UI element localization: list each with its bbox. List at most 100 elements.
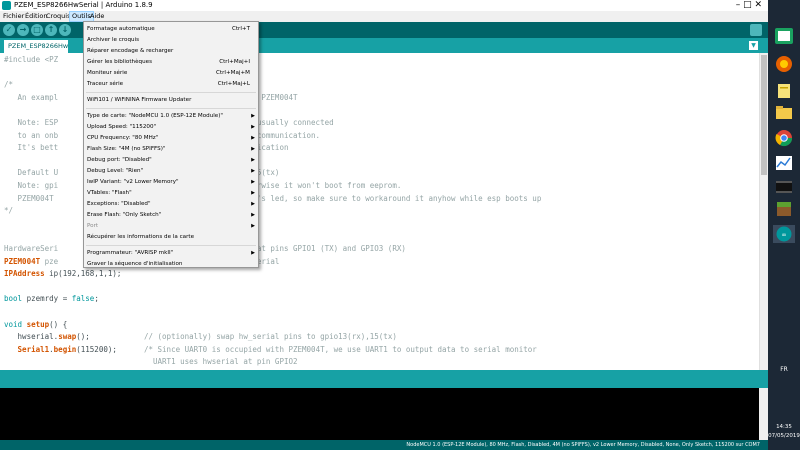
tools-menu-item[interactable]: Archiver le croquis [84, 35, 258, 45]
firefox-icon[interactable] [773, 55, 795, 73]
code-token: begin [53, 344, 77, 354]
open-button[interactable]: ↑ [45, 24, 57, 36]
menu-item-label: Gérer les bibliothèques [87, 59, 152, 65]
console-scrollbar[interactable] [759, 388, 768, 440]
tools-menu-item[interactable]: Flash Size: "4M (no SPIFFS)" ▶ [84, 144, 258, 154]
menu-item-label: Traceur série [87, 81, 124, 87]
submenu-arrow-icon: ▶ [251, 146, 255, 152]
tools-menu-item[interactable]: Gérer les bibliothèques Ctrl+Maj+I [84, 57, 258, 67]
code-line: #include <PZ [4, 54, 58, 66]
status-bar [0, 370, 768, 388]
code-token: UART1 uses hwserial at pin GPIO2 [4, 357, 298, 367]
menu-item-shortcut: Ctrl+Maj+I [219, 59, 250, 65]
submenu-arrow-icon: ▶ [251, 124, 255, 130]
code-line: /* [4, 79, 13, 91]
minecraft-icon[interactable] [773, 200, 795, 218]
submenu-arrow-icon: ▶ [251, 168, 255, 174]
code-line: void setup() { [4, 319, 67, 331]
console-output [0, 388, 768, 440]
tools-menu-item[interactable]: Récupérer les informations de la carte [84, 232, 258, 242]
tools-menu-item[interactable]: Debug port: "Disabled" ▶ [84, 155, 258, 165]
menu-item-label: Programmateur: "AVRISP mkII" [87, 250, 174, 256]
tools-menu-item[interactable]: Programmateur: "AVRISP mkII" ▶ [84, 248, 258, 258]
tools-menu-item[interactable]: Graver la séquence d'initialisation [84, 259, 258, 269]
clock-date[interactable]: 07/05/2019 [768, 433, 800, 439]
tools-menu-item[interactable]: WiFi101 / WiFiNINA Firmware Updater [84, 95, 258, 105]
code-token: */ [4, 206, 14, 216]
menu-item-label: IwIP Variant: "v2 Lower Memory" [87, 179, 179, 185]
window-controls[interactable]: – □ ✕ [736, 0, 762, 11]
code-line: */ [4, 205, 13, 217]
tools-menu-item[interactable]: Traceur série Ctrl+Maj+L [84, 79, 258, 89]
code-token: false [71, 294, 95, 304]
menu-item-shortcut: Ctrl+Maj+L [217, 81, 250, 87]
tools-menu-item[interactable]: Réparer encodage & recharger [84, 46, 258, 56]
submenu-arrow-icon: ▶ [251, 157, 255, 163]
menu-item-shortcut: Ctrl+Maj+M [216, 70, 250, 76]
code-token: Serial1 [17, 344, 50, 354]
editor-scrollbar[interactable] [759, 53, 768, 370]
clock-time[interactable]: 14:35 [768, 424, 800, 430]
menu-item-label: Flash Size: "4M (no SPIFFS)" [87, 146, 166, 152]
chart-app-icon[interactable] [773, 154, 795, 172]
scrollbar-thumb[interactable] [761, 55, 767, 175]
taskbar: ∞ FR 14:35 07/05/2019 [768, 0, 800, 450]
code-token: pzemrdy = [22, 294, 72, 304]
upload-button[interactable]: → [17, 24, 29, 36]
menu-item-label: Exceptions: "Disabled" [87, 201, 151, 207]
tools-menu-item[interactable]: Formatage automatique Ctrl+T [84, 24, 258, 34]
tools-menu-item[interactable]: CPU Frequency: "80 MHz" ▶ [84, 133, 258, 143]
menu-item-label: Type de carte: "NodeMCU 1.0 (ESP-12E Mod… [87, 113, 224, 119]
submenu-arrow-icon: ▶ [251, 223, 255, 229]
input-language[interactable]: FR [768, 366, 800, 373]
code-token: PZEM004T [4, 256, 41, 266]
menu-item-label: Formatage automatique [87, 26, 155, 32]
submenu-arrow-icon: ▶ [251, 190, 255, 196]
code-line: Serial1.begin(115200); /* Since UART0 is… [4, 344, 537, 356]
video-app-icon[interactable] [773, 178, 795, 196]
file-explorer-icon[interactable] [773, 104, 795, 122]
verify-button[interactable]: ✓ [3, 24, 15, 36]
tools-menu-item[interactable]: VTables: "Flash" ▶ [84, 188, 258, 198]
code-token: // (optionally) swap hw_serial pins to g… [143, 332, 397, 342]
tools-menu-item[interactable]: Upload Speed: "115200" ▶ [84, 122, 258, 132]
menu-item-label: Erase Flash: "Only Sketch" [87, 212, 162, 218]
files-icon[interactable] [773, 82, 795, 100]
code-token: ; [94, 294, 99, 304]
edge-icon[interactable] [773, 27, 795, 45]
code-token: IPAddress [4, 269, 45, 279]
menu-item-label: Récupérer les informations de la carte [87, 234, 195, 240]
tools-menu-item[interactable]: Erase Flash: "Only Sketch" ▶ [84, 210, 258, 220]
new-button[interactable]: □ [31, 24, 43, 36]
code-token: (); [76, 332, 144, 342]
menu-item-label: Debug Level: "Rien" [87, 168, 144, 174]
submenu-arrow-icon: ▶ [251, 250, 255, 256]
tab-sketch[interactable]: PZEM_ESP8266HwSerial [4, 40, 68, 53]
submenu-arrow-icon: ▶ [251, 212, 255, 218]
code-line: IPAddress ip(192,168,1,1); [4, 268, 121, 280]
title-bar: PZEM_ESP8266HwSerial | Arduino 1.8.9 – □… [0, 0, 768, 11]
code-token: /* [4, 80, 14, 90]
tab-menu-button[interactable]: ▼ [749, 41, 758, 50]
submenu-arrow-icon: ▶ [251, 201, 255, 207]
chrome-icon[interactable] [773, 129, 795, 147]
tools-menu-item[interactable]: Moniteur série Ctrl+Maj+M [84, 68, 258, 78]
submenu-arrow-icon: ▶ [251, 179, 255, 185]
tools-menu-item[interactable]: IwIP Variant: "v2 Lower Memory" ▶ [84, 177, 258, 187]
code-token: void [4, 319, 23, 329]
tools-menu-item[interactable]: Debug Level: "Rien" ▶ [84, 166, 258, 176]
code-token: setup [26, 319, 50, 329]
tools-menu-item[interactable]: Type de carte: "NodeMCU 1.0 (ESP-12E Mod… [84, 111, 258, 121]
svg-text:∞: ∞ [782, 232, 787, 239]
code-line: bool pzemrdy = false; [4, 293, 99, 305]
tools-menu: Formatage automatique Ctrl+T Archiver le c… [83, 21, 259, 268]
tools-menu-item[interactable]: Exceptions: "Disabled" ▶ [84, 199, 258, 209]
arduino-icon[interactable]: ∞ [773, 225, 795, 243]
menu-item-label: Debug port: "Disabled" [87, 157, 152, 163]
submenu-arrow-icon: ▶ [251, 113, 255, 119]
tools-menu-item: Port ▶ [84, 221, 258, 231]
serial-monitor-button[interactable] [750, 24, 762, 36]
code-line: UART1 uses hwserial at pin GPIO2 [4, 356, 298, 368]
save-button[interactable]: ↓ [59, 24, 71, 36]
menu-separator [86, 245, 256, 246]
